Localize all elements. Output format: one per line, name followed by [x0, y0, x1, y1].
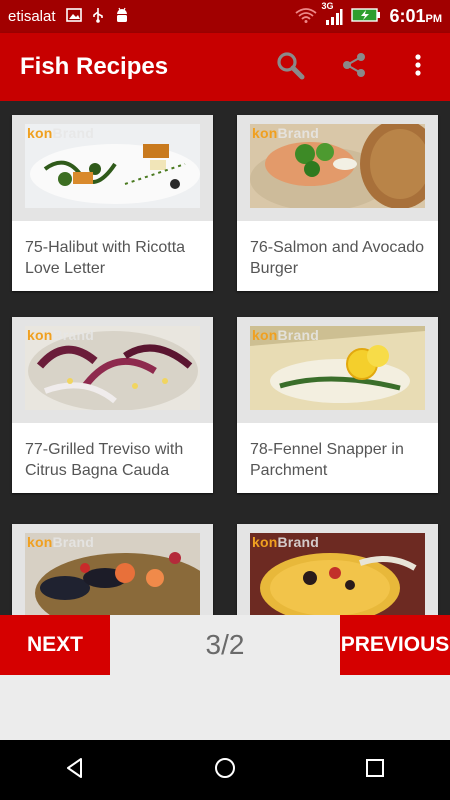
pager: NEXT 3/2 PREVIOUS — [0, 615, 450, 740]
wifi-icon — [295, 7, 318, 27]
brand-watermark: konBrand — [27, 534, 94, 550]
brand-watermark-suffix: Brand — [52, 327, 94, 343]
android-debug-icon — [114, 6, 130, 28]
next-button[interactable]: NEXT — [0, 615, 110, 675]
recipe-card[interactable]: konBrand 77-Grilled Treviso with Citrus … — [12, 317, 213, 493]
page-indicator: 3/2 — [205, 629, 245, 660]
brand-watermark-prefix: kon — [27, 327, 53, 343]
brand-watermark-prefix: kon — [252, 327, 278, 343]
carrier-label: etisalat — [8, 8, 56, 25]
back-button[interactable] — [45, 740, 105, 800]
recipe-image-frame: konBrand — [237, 115, 438, 221]
recipe-card[interactable]: konBrand 75-Halibut with Ricotta Love Le… — [12, 115, 213, 291]
back-icon — [63, 756, 87, 785]
clock-ampm: PM — [425, 13, 443, 25]
recipe-card[interactable]: konBrand 76-Salmon and Avocado Burger — [237, 115, 438, 291]
recipe-image-frame: konBrand — [12, 317, 213, 423]
signal-icon: 3G — [321, 1, 343, 25]
home-button[interactable] — [195, 740, 255, 800]
system-navigation-bar — [0, 740, 450, 800]
recipe-card[interactable]: konBrand 78-Fennel Snapper in Parchment — [237, 317, 438, 493]
clock: 6:01PM — [389, 6, 442, 27]
clock-time: 6:01 — [389, 6, 426, 26]
brand-watermark-suffix: Brand — [277, 327, 319, 343]
recipe-image-frame: konBrand — [12, 115, 213, 221]
recipe-title: 78-Fennel Snapper in Parchment — [250, 441, 404, 479]
recipe-image-frame: konBrand — [237, 524, 438, 615]
brand-watermark-prefix: kon — [27, 534, 53, 550]
recipe-card[interactable]: konBrand — [12, 524, 213, 615]
recipe-image-frame: konBrand — [12, 524, 213, 615]
share-button[interactable] — [322, 33, 386, 101]
recipe-grid: konBrand 75-Halibut with Ricotta Love Le… — [0, 101, 450, 615]
network-type-label: 3G — [321, 0, 334, 11]
recents-button[interactable] — [345, 740, 405, 800]
recipe-image-frame: konBrand — [237, 317, 438, 423]
brand-watermark-prefix: kon — [252, 534, 278, 550]
previous-button[interactable]: PREVIOUS — [340, 615, 450, 675]
recipe-title: 76-Salmon and Avocado Burger — [250, 239, 425, 277]
page-title: Fish Recipes — [20, 53, 169, 80]
recipe-title: 75-Halibut with Ricotta Love Letter — [25, 239, 186, 277]
recipe-card[interactable]: konBrand — [237, 524, 438, 615]
brand-watermark-suffix: Brand — [52, 125, 94, 141]
recents-icon — [364, 757, 386, 784]
search-button[interactable] — [258, 33, 322, 101]
brand-watermark-prefix: kon — [27, 125, 53, 141]
brand-watermark-suffix: Brand — [277, 125, 319, 141]
brand-watermark: konBrand — [252, 125, 319, 141]
overflow-menu-icon — [414, 53, 422, 82]
recipe-title: 77-Grilled Treviso with Citrus Bagna Cau… — [25, 441, 184, 479]
brand-watermark: konBrand — [252, 327, 319, 343]
usb-icon — [92, 7, 104, 27]
battery-icon — [351, 7, 381, 27]
status-bar: etisalat 3G 6:01PM — [0, 0, 450, 33]
brand-watermark-suffix: Brand — [277, 534, 319, 550]
app-bar: Fish Recipes — [0, 33, 450, 101]
share-icon — [340, 51, 368, 84]
home-icon — [213, 756, 237, 785]
brand-watermark-prefix: kon — [252, 125, 278, 141]
brand-watermark-suffix: Brand — [52, 534, 94, 550]
search-icon — [275, 50, 305, 85]
brand-watermark: konBrand — [27, 125, 94, 141]
brand-watermark: konBrand — [27, 327, 94, 343]
brand-watermark: konBrand — [252, 534, 319, 550]
image-notification-icon — [65, 7, 82, 26]
overflow-menu-button[interactable] — [386, 33, 450, 101]
